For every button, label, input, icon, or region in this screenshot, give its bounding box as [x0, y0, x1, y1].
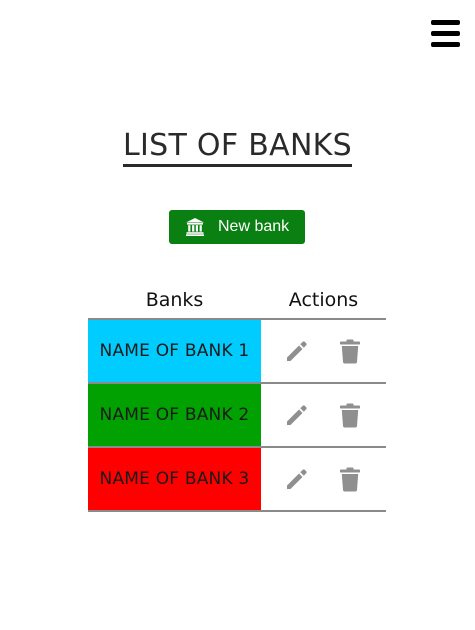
new-bank-button[interactable]: New bank: [169, 210, 305, 244]
menu-line: [431, 42, 460, 47]
page-title-text: LIST OF BANKS: [122, 128, 353, 167]
table-row: NAME OF BANK 3: [88, 448, 386, 512]
trash-icon[interactable]: [337, 402, 363, 428]
pencil-icon[interactable]: [284, 338, 310, 364]
pencil-icon[interactable]: [284, 466, 310, 492]
menu-line: [431, 31, 460, 36]
table-row: NAME OF BANK 1: [88, 320, 386, 384]
page-title: LIST OF BANKS: [0, 128, 475, 167]
banks-column-header: Banks: [145, 288, 204, 311]
hamburger-menu-icon[interactable]: [431, 20, 460, 47]
bank-icon: [186, 218, 204, 236]
pencil-icon[interactable]: [284, 402, 310, 428]
bank-name-cell[interactable]: NAME OF BANK 3: [88, 448, 261, 510]
trash-icon[interactable]: [337, 466, 363, 492]
actions-column-header: Actions: [288, 288, 359, 311]
actions-cell: [261, 320, 386, 382]
table-header: Banks Actions: [88, 281, 386, 320]
table-row: NAME OF BANK 2: [88, 384, 386, 448]
actions-cell: [261, 384, 386, 446]
banks-table: Banks Actions NAME OF BANK 1 NAME OF BAN…: [88, 281, 386, 512]
new-bank-label: New bank: [218, 218, 290, 235]
menu-line: [431, 20, 460, 25]
trash-icon[interactable]: [337, 338, 363, 364]
bank-name-cell[interactable]: NAME OF BANK 2: [88, 384, 261, 446]
bank-name-cell[interactable]: NAME OF BANK 1: [88, 320, 261, 382]
actions-cell: [261, 448, 386, 510]
